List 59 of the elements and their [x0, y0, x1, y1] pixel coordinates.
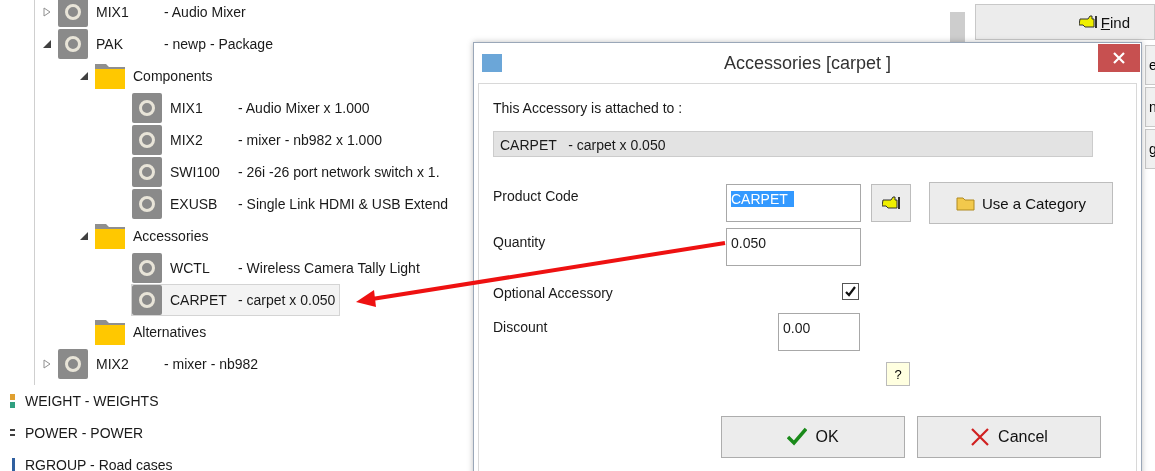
attached-label: This Accessory is attached to :: [493, 100, 684, 118]
folder-icon: [95, 221, 125, 251]
weight-icon: [10, 394, 15, 408]
category-item[interactable]: POWER - POWER: [25, 425, 144, 441]
pointing-hand-icon: [882, 196, 900, 210]
use-category-button[interactable]: Use a Category: [929, 182, 1113, 224]
pointing-hand-icon: [1078, 15, 1097, 29]
attached-value-field: CARPET - carpet x 0.050: [493, 131, 1093, 157]
category-item[interactable]: RGROUP - Road cases: [25, 457, 173, 471]
product-icon: [58, 0, 88, 27]
product-icon: [132, 125, 162, 155]
folder-icon: [95, 317, 125, 347]
tree-item[interactable]: EXUSB - Single Link HDMI & USB Extend: [131, 188, 454, 220]
product-icon: [132, 157, 162, 187]
tree-item[interactable]: SWI100 - 26i -26 port network switch x 1.: [131, 156, 445, 188]
close-button[interactable]: [1098, 44, 1140, 72]
product-icon: [132, 189, 162, 219]
cross-icon: [970, 427, 991, 447]
find-button[interactable]: Find: [975, 4, 1155, 40]
tree-item[interactable]: MIX2 - mixer - nb982 x 1.000: [131, 124, 387, 156]
expanded-arrow-icon[interactable]: [79, 71, 89, 81]
tree-item[interactable]: MIX2 - mixer - nb982: [57, 348, 264, 380]
close-icon: [1113, 52, 1125, 64]
scrollbar[interactable]: [950, 12, 965, 42]
group-icon: [10, 458, 15, 471]
tree-item[interactable]: Alternatives: [94, 316, 212, 348]
tree-item[interactable]: WCTL - Wireless Camera Tally Light: [131, 252, 425, 284]
product-icon: [132, 93, 162, 123]
product-icon: [58, 349, 88, 379]
collapsed-arrow-icon[interactable]: [42, 7, 52, 17]
product-icon: [132, 285, 162, 315]
tree-item[interactable]: MIX1 - Audio Mixer: [57, 0, 251, 28]
collapsed-arrow-icon[interactable]: [42, 359, 52, 369]
category-item[interactable]: WEIGHT - WEIGHTS: [25, 393, 159, 409]
product-code-label: Product Code: [493, 187, 580, 204]
folder-icon: [955, 195, 976, 211]
discount-label: Discount: [493, 318, 549, 335]
tree-item[interactable]: Components: [94, 60, 218, 92]
product-icon: [58, 29, 88, 59]
optional-accessory-label: Optional Accessory: [493, 284, 614, 301]
dialog-title: Accessories [carpet ]: [722, 52, 893, 74]
cancel-button[interactable]: Cancel: [917, 416, 1101, 458]
tree-item[interactable]: MIX1 - Audio Mixer x 1.000: [131, 92, 375, 124]
check-icon: [787, 427, 808, 447]
app-logo-icon: [482, 54, 502, 72]
tree-item[interactable]: CARPET - carpet x 0.050: [131, 284, 341, 316]
quantity-field[interactable]: 0.050: [726, 228, 861, 266]
lookup-button[interactable]: [871, 184, 911, 222]
product-icon: [132, 253, 162, 283]
help-button[interactable]: ?: [886, 362, 910, 386]
ok-button[interactable]: OK: [721, 416, 905, 458]
tree-item[interactable]: Accessories: [94, 220, 214, 252]
folder-icon: [95, 61, 125, 91]
quantity-label: Quantity: [493, 233, 547, 250]
expanded-arrow-icon[interactable]: [79, 231, 89, 241]
expanded-arrow-icon[interactable]: [42, 39, 52, 49]
checkbox[interactable]: [842, 282, 859, 300]
discount-field[interactable]: 0.00: [778, 313, 860, 351]
tree-item[interactable]: PAK - newp - Package: [57, 28, 278, 60]
